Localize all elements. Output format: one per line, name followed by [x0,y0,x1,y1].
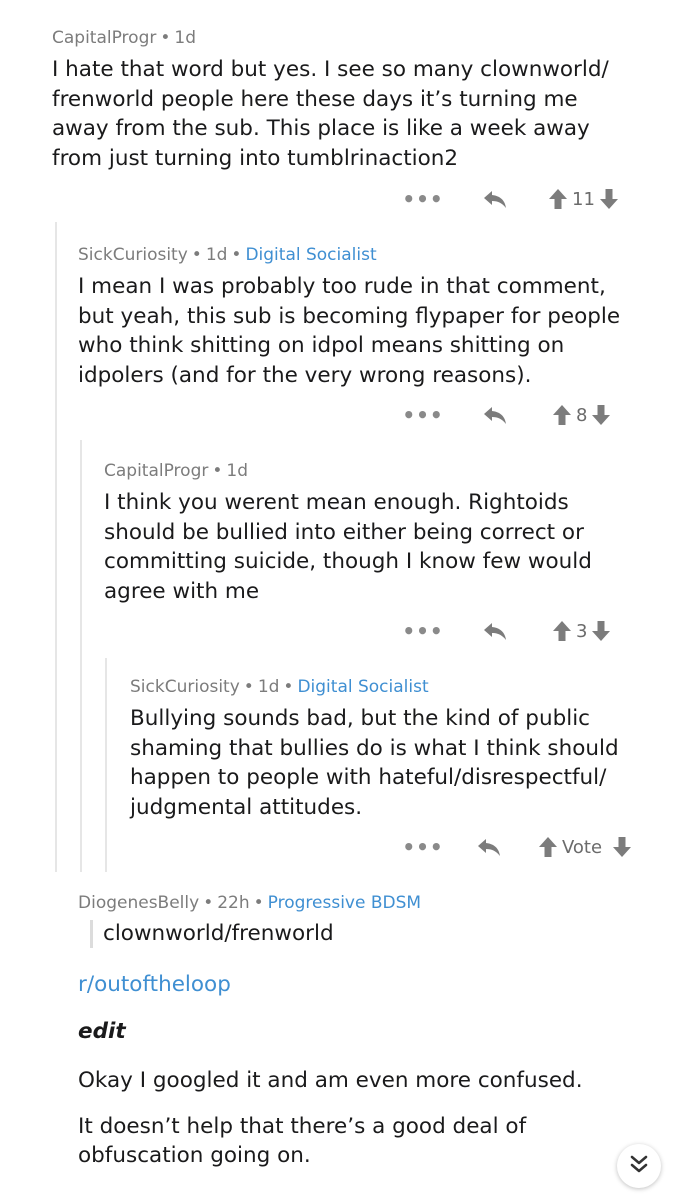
reply-icon[interactable] [482,620,508,642]
more-options-icon[interactable]: ••• [402,403,442,427]
thread-line-depth3 [105,658,107,872]
comment: CapitalProgr • 1d I hate that word but yes… [52,27,662,173]
comment-line: Bullying sounds bad, but the kind of pub… [130,706,590,731]
thread-line-depth2 [80,440,82,872]
downvote-icon[interactable] [591,404,611,426]
user-flair: Progressive BDSM [267,893,422,913]
user-flair: Digital Socialist [245,245,377,265]
downvote-icon[interactable] [591,620,611,642]
comment-meta: DiogenesBelly • 22h • Progressive BDSM [78,893,422,913]
comment-line: shaming that bullies do is what I think … [130,735,619,761]
reply-icon[interactable] [476,836,502,858]
more-options-icon[interactable]: ••• [402,835,442,859]
reply-icon[interactable] [482,188,508,210]
comment-line: happen to people with hateful/disrespect… [130,765,607,790]
comment-meta: SickCuriosity • 1d • Digital Socialist [130,677,429,697]
comment-line: frenworld people here these days it’s tu… [52,86,578,112]
upvote-icon[interactable] [552,620,572,642]
comment-line: but yeah, this sub is becoming flypaper … [78,303,621,329]
comment-line: agree with me [104,578,260,604]
comment-age: 1d [174,28,196,48]
comment: DiogenesBelly • 22h • Progressive BDSM clown… [78,892,668,1171]
comment-actions: ••• 8 [402,397,611,433]
comment-line: idpolers (and for the very wrong reasons… [78,362,532,388]
comment-age: 22h [217,893,250,913]
subreddit-link[interactable]: r/outoftheloop [78,972,668,997]
collapse-thread-button[interactable] [617,1144,661,1188]
comment-body: Bullying sounds bad, but the kind of pub… [130,704,670,822]
comment-line: committing suicide, though I know few wo… [104,549,592,574]
author-name[interactable]: SickCuriosity [78,245,188,265]
comment-meta: CapitalProgr • 1d [52,28,196,48]
comment-meta: SickCuriosity • 1d • Digital Socialist [78,245,377,265]
comment-body: I hate that word but yes. I see so many … [52,55,662,173]
comment-body: I think you werent mean enough. Rightoid… [104,488,669,606]
author-name[interactable]: CapitalProgr [52,28,156,48]
comment-actions: ••• Vote [402,829,632,865]
comment-meta: CapitalProgr • 1d [104,461,248,481]
comment-line: I mean I was probably too rude in that c… [78,274,606,299]
comment-line: from just turning into tumblrinaction2 [52,145,459,171]
vote-score: 3 [576,620,588,642]
reply-icon[interactable] [482,404,508,426]
upvote-icon[interactable] [548,188,568,210]
comment-line: I think you werent mean enough. Rightoid… [104,490,569,515]
comment-line: It doesn’t help that there’s a good deal… [78,1113,527,1139]
comment-paragraph: It doesn’t help that there’s a good deal… [78,1112,668,1171]
comment-actions: ••• 11 [402,181,619,217]
upvote-icon[interactable] [538,836,558,858]
user-flair: Digital Socialist [297,677,429,697]
edit-label: edit [78,1019,126,1044]
comment-age: 1d [205,245,228,265]
vote-score: 11 [572,188,595,210]
comment-line: away from the sub. This place is like a … [52,116,590,141]
comment-line: I hate that word but yes. I see so many … [52,57,609,82]
comment: SickCuriosity • 1d • Digital Socialist Bully… [130,676,670,822]
comment: SickCuriosity • 1d • Digital Socialist I mea… [78,244,668,390]
comment-paragraph: Okay I googled it and am even more confu… [78,1068,583,1093]
upvote-icon[interactable] [552,404,572,426]
comment-line: should be bullied into either being corr… [104,519,584,545]
author-name[interactable]: CapitalProgr [104,461,208,481]
author-name[interactable]: DiogenesBelly [78,893,199,913]
author-name[interactable]: SickCuriosity [130,677,240,697]
downvote-icon[interactable] [599,188,619,210]
vote-label: Vote [562,836,603,858]
comment-line: obfuscation going on. [78,1143,311,1168]
comment-line: judgmental attitudes. [130,794,363,820]
more-options-icon[interactable]: ••• [402,619,442,643]
comment-age: 1d [257,677,280,697]
blockquote: clownworld/frenworld [90,920,668,948]
more-options-icon[interactable]: ••• [402,187,442,211]
comment-age: 1d [226,461,248,481]
comment-line: who think shitting on idpol means shitti… [78,333,565,358]
downvote-icon[interactable] [612,836,632,858]
comment: CapitalProgr • 1d I think you werent mean … [104,460,669,606]
vote-score: 8 [576,404,588,426]
thread-line-depth1 [55,222,57,872]
comment-actions: ••• 3 [402,613,611,649]
double-chevron-down-icon [628,1153,650,1179]
comment-body: I mean I was probably too rude in that c… [78,272,668,390]
